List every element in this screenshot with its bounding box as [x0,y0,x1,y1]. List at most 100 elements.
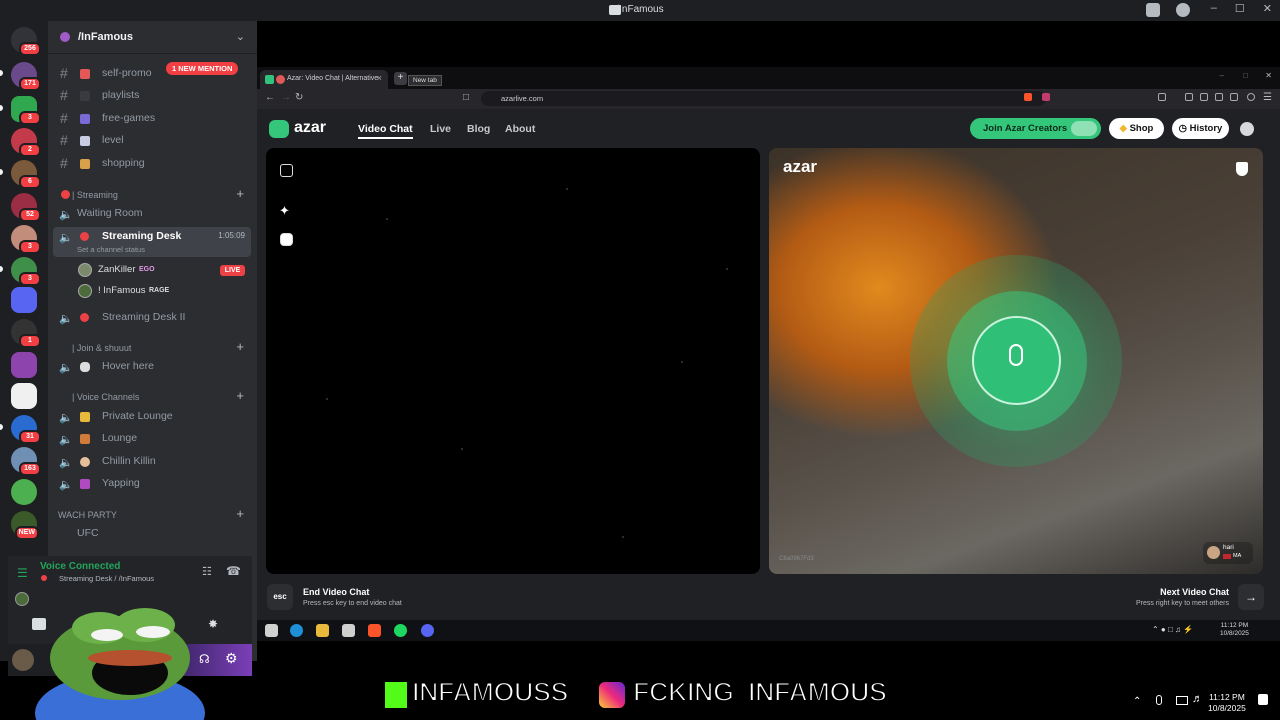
shop-button[interactable]: ◆ Shop [1109,118,1164,139]
discord-icon[interactable] [421,624,434,637]
window-minimize-icon[interactable]: – [1220,71,1224,80]
server-icon[interactable]: 163 [11,447,41,476]
category-streaming[interactable]: | Streaming [72,190,118,200]
server-icon[interactable]: NEW [11,511,39,540]
channel-lounge[interactable]: 🔈 Lounge [53,429,251,449]
minimize-icon[interactable]: – [1211,2,1217,15]
sparkle-effects-icon[interactable]: ✦ [279,203,290,219]
channel-status[interactable]: Set a channel status [77,245,145,254]
channel-streaming-desk-2[interactable]: 🔈 Streaming Desk II [53,308,251,328]
network-icon[interactable] [1176,696,1188,705]
join-creators-button[interactable]: Join Azar Creators [970,118,1101,139]
inbox-icon[interactable] [1146,3,1160,17]
server-header[interactable]: /InFamous ⌄ [48,21,257,54]
nav-blog[interactable]: Blog [467,123,490,135]
nav-about[interactable]: About [505,123,535,135]
voice-status[interactable]: Voice Connected [40,561,120,572]
sidebar-icon[interactable] [1158,93,1166,101]
reload-icon[interactable]: ↻ [295,92,303,103]
server-icon[interactable]: 31 [11,415,41,444]
server-icon[interactable]: 3 [11,96,41,125]
channel-level[interactable]: # level [53,131,251,151]
end-chat-title[interactable]: End Video Chat [303,587,369,597]
channel-shopping[interactable]: # shopping [53,154,251,174]
server-icon[interactable]: 3 [11,225,41,254]
profile-icon[interactable] [1240,122,1254,136]
nav-live[interactable]: Live [430,123,451,135]
file-explorer-icon[interactable] [316,624,329,637]
channel-chillin-killin[interactable]: 🔈 Chillin Killin [53,452,251,472]
extensions-icon[interactable] [1185,93,1193,101]
server-icon[interactable]: 3 [11,257,41,286]
store-icon[interactable] [342,624,355,637]
category-watch-party[interactable]: WACH PARTY [58,510,117,520]
channel-waiting-room[interactable]: 🔈 Waiting Room [53,204,251,224]
channel-private-lounge[interactable]: 🔈 Private Lounge [53,407,251,427]
add-channel-icon[interactable]: + [236,339,244,354]
edge-icon[interactable] [290,624,303,637]
inner-clock[interactable]: 11:12 PM 10/8/2025 [1220,622,1249,638]
voice-location[interactable]: Streaming Desk / /InFamous [59,574,154,583]
azar-logo[interactable]: azar [294,119,326,137]
sticker-icon[interactable] [280,233,293,246]
channel-yapping[interactable]: 🔈 Yapping [53,474,251,494]
url-input[interactable]: azarlive.com [481,91,1046,106]
notification-icon[interactable] [1258,694,1268,705]
soundwave-icon[interactable]: ☷ [202,565,212,578]
server-icon[interactable]: 171 [11,62,41,91]
channel-streaming-desk[interactable]: 🔈 Streaming Desk 1:05:09 Set a channel s… [53,227,251,257]
new-tab-button[interactable]: + [394,72,407,85]
close-tab-icon[interactable]: × [377,73,382,83]
server-icon[interactable] [11,479,37,505]
server-icon[interactable] [11,383,37,409]
server-icon[interactable]: 1 [11,319,41,348]
report-shield-icon[interactable] [1236,162,1248,176]
esc-button[interactable]: esc [267,584,293,610]
wallet-icon[interactable] [1230,93,1238,101]
channel-hover-here[interactable]: 🔈 Hover here [53,357,251,377]
category-voice[interactable]: | Voice Channels [60,392,139,402]
server-icon[interactable]: 6 [11,160,41,189]
mic-tray-icon[interactable] [1156,695,1162,705]
history-button[interactable]: ◷ History [1172,118,1229,139]
maximize-icon[interactable]: ☐ [1235,2,1245,15]
vpn-icon[interactable] [1247,93,1255,101]
remote-user-chip[interactable]: hari MA [1203,542,1253,564]
server-icon[interactable]: 2 [11,128,41,157]
add-channel-icon[interactable]: + [236,186,244,201]
user-avatar-small[interactable] [15,592,29,606]
bookmark-icon[interactable]: □ [463,92,469,103]
chevron-down-icon[interactable]: ⌄ [236,30,245,43]
noise-suppression-icon[interactable]: ✸ [208,617,218,631]
windows-start-icon[interactable] [265,624,278,637]
help-icon[interactable] [1176,3,1190,17]
window-close-icon[interactable]: ✕ [1265,71,1272,80]
user-avatar[interactable] [12,649,34,671]
tab-list-icon[interactable] [1215,93,1223,101]
menu-icon[interactable]: ☰ [1263,92,1272,103]
tray-icons[interactable]: ⌃ ● □ ♫ ⚡ [1152,625,1193,634]
server-icon[interactable] [11,352,37,378]
outer-clock[interactable]: 11:12 PM 10/8/2025 [1208,692,1246,714]
settings-gear-icon[interactable]: ⚙ [225,650,238,667]
expand-icon[interactable] [280,164,293,177]
category-join[interactable]: | Join & shuuut [60,343,131,353]
disconnect-icon[interactable]: ☎ [226,564,241,578]
server-icon[interactable]: 52 [11,193,41,222]
new-mention-badge[interactable]: 1 NEW MENTION [166,62,239,75]
server-icon[interactable] [11,287,37,313]
volume-icon[interactable]: ♬ [1192,693,1203,705]
next-chat-button[interactable]: → [1238,584,1264,610]
add-channel-icon[interactable]: + [236,506,244,521]
next-chat-title[interactable]: Next Video Chat [1160,587,1229,597]
back-icon[interactable]: ← [265,92,275,103]
channel-ufc[interactable]: UFC [53,524,251,544]
channel-free-games[interactable]: # free-games [53,109,251,129]
close-icon[interactable]: ✕ [1263,2,1272,15]
nav-video-chat[interactable]: Video Chat [358,123,413,135]
forward-icon[interactable]: → [281,92,291,103]
brave-shield-icon[interactable] [1024,93,1032,101]
tray-chevron-icon[interactable]: ⌃ [1133,696,1141,707]
window-restore-icon[interactable]: □ [1243,71,1248,80]
split-view-icon[interactable] [1200,93,1208,101]
